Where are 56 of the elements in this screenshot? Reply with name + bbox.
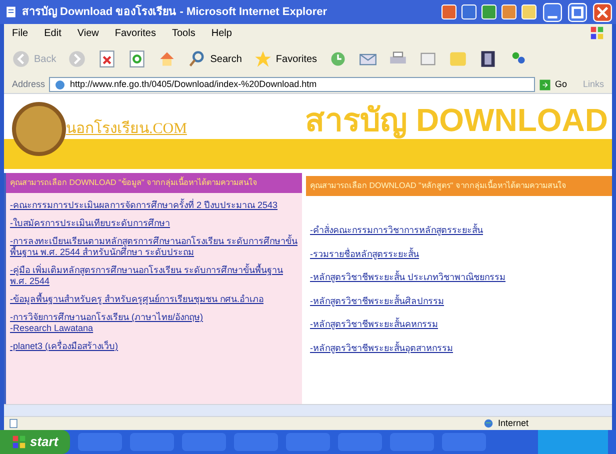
search-button[interactable]: Search xyxy=(188,50,242,68)
menu-item[interactable]: View xyxy=(77,26,99,40)
section-header: คุณสามารถเลือก DOWNLOAD "ข้อมูล" จากกลุ่มเนื้อหาได้ตามความสนใจ xyxy=(6,173,302,193)
tray-app-icon[interactable] xyxy=(461,4,477,20)
page-icon[interactable] xyxy=(4,5,18,19)
window-title: สารบัญ Download ของโรงเรียน - Microsoft Internet Explorer xyxy=(22,4,328,20)
globe-icon xyxy=(54,78,66,90)
tray-app-icon[interactable] xyxy=(441,4,457,20)
download-link[interactable]: -หลักสูตรวิชาชีพระยะสั้นคหกรรม xyxy=(306,318,612,332)
download-link[interactable]: -หลักสูตรวิชาชีพระยะสั้นศิลปกรรม xyxy=(306,294,612,308)
start-button[interactable]: start xyxy=(0,430,70,454)
emblem-icon xyxy=(12,102,66,156)
home-icon[interactable] xyxy=(158,50,176,68)
menu-item[interactable]: File xyxy=(12,26,28,40)
history-icon[interactable] xyxy=(329,50,348,68)
windows-logo-icon xyxy=(12,435,26,449)
globe-icon[interactable] xyxy=(483,418,494,429)
windows-logo-icon[interactable] xyxy=(590,26,604,40)
address-field[interactable]: http://www.nfe.go.th/0405/Download/index-%20Download.htm xyxy=(49,77,535,92)
download-link[interactable]: -คำสั่งคณะกรรมการวิชาการหลักสูตรระยะสั้น xyxy=(306,224,612,238)
download-link[interactable]: -หลักสูตรวิชาชีพระยะสั้นอุตสาหกรรม xyxy=(306,342,612,355)
favorites-button[interactable]: Favorites xyxy=(254,50,318,68)
status-zone: Internet xyxy=(498,416,530,430)
download-link[interactable]: -ใบสมัครการประเมินเทียบระดับการศึกษา xyxy=(6,218,302,229)
minimize-icon[interactable] xyxy=(543,2,562,22)
menu-item[interactable]: Help xyxy=(211,26,232,40)
download-link[interactable]: -หลักสูตรวิชาชีพระยะสั้น ประเภทวิชาพาณิชยกรรม xyxy=(306,271,612,284)
site-name: นอกโรงเรียน.COM xyxy=(66,118,187,139)
stop-icon[interactable] xyxy=(98,50,116,68)
download-link[interactable]: -การวิจัยการศึกษานอกโรงเรียน (ภาษาไทย/อังกฤษ) -Research Lawatana xyxy=(6,312,302,334)
tray-app-icon[interactable] xyxy=(481,4,497,20)
section-header: คุณสามารถเลือก DOWNLOAD "หลักสูตร" จากกลุ่มเนื้อหาได้ตามความสนใจ xyxy=(306,176,612,196)
download-link[interactable]: -คู่มือ เพิ่มเติมหลักสูตรการศึกษานอกโรงเรียน ระดับการศึกษาขั้นพื้นฐาน พ.ศ. 2544 xyxy=(6,265,302,287)
refresh-icon[interactable] xyxy=(128,50,146,68)
tray-app-icon[interactable] xyxy=(501,4,517,20)
tray-app-icon[interactable] xyxy=(521,4,537,20)
page-heading: สารบัญ DOWNLOAD xyxy=(305,101,608,140)
horizontal-scrollbar[interactable] xyxy=(4,404,612,416)
close-icon[interactable] xyxy=(593,2,612,22)
download-link[interactable]: -ข้อมูลพื้นฐานสำหรับครู สำหรับครูศูนย์การเรียนชุมชน กศน.อำเภอ xyxy=(6,294,302,305)
download-link[interactable]: -การลงทะเบียนเรียนตามหลักสูตรการศึกษานอกโรงเรียน ระดับการศึกษาขั้นพื้นฐาน พ.ศ. 2544 สำหรับนักศึกษา ระดับประถม xyxy=(6,236,302,258)
system-tray xyxy=(538,430,608,454)
film-icon[interactable] xyxy=(479,50,498,68)
download-link[interactable]: -รวมรายชื่อหลักสูตรระยะสั้น xyxy=(306,248,612,261)
download-link[interactable]: -คณะกรรมการประเมินผลการจัดการศึกษาครั้งที่ 2 ปีงบประมาณ 2543 xyxy=(6,200,302,211)
address-label: Address xyxy=(12,78,46,91)
search-icon xyxy=(188,50,206,68)
menu-item[interactable]: Tools xyxy=(172,26,196,40)
menu-item[interactable]: Edit xyxy=(44,26,62,40)
go-button[interactable]: Go xyxy=(538,78,567,92)
maximize-icon[interactable] xyxy=(568,2,587,22)
download-link[interactable]: -planet3 (เครื่องมือสร้างเว็บ) xyxy=(6,341,302,352)
star-icon xyxy=(254,50,272,68)
page-status-icon[interactable] xyxy=(8,418,19,429)
edit-icon[interactable] xyxy=(419,50,438,68)
menu-item[interactable]: Favorites xyxy=(114,26,156,40)
